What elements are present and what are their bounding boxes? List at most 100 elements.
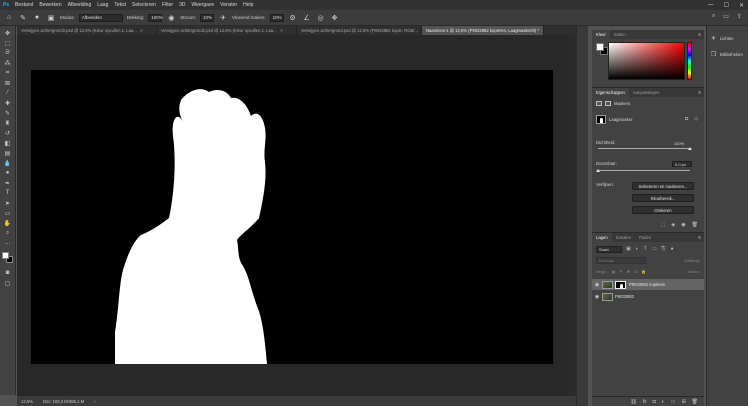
layer-style-icon[interactable]: fx bbox=[643, 399, 647, 405]
dekking-field[interactable]: 100% bbox=[148, 13, 163, 22]
close-icon[interactable]: ✕ bbox=[739, 2, 744, 9]
filter-type-icon[interactable]: T bbox=[644, 246, 647, 252]
select-pixel-mask-icon[interactable]: ◘ bbox=[685, 116, 688, 122]
menu-afbeelding[interactable]: Afbeelding bbox=[65, 2, 95, 8]
new-layer-icon[interactable]: ⊞ bbox=[681, 399, 685, 405]
menu-laag[interactable]: Laag bbox=[94, 2, 111, 8]
symmetry-icon[interactable]: ✥ bbox=[330, 14, 340, 22]
menu-tekst[interactable]: Tekst bbox=[111, 2, 129, 8]
tab-close-icon[interactable]: ✕ bbox=[280, 28, 284, 33]
tab-aanpassingen[interactable]: Aanpassingen bbox=[629, 88, 664, 97]
path-select-icon[interactable]: ➤ bbox=[2, 198, 14, 208]
feather-slider-knob[interactable] bbox=[596, 169, 600, 172]
zoom-level[interactable]: 12,5% bbox=[21, 399, 33, 404]
delete-layer-icon[interactable]: 🗑 bbox=[692, 399, 698, 405]
canvas-scrollbar[interactable] bbox=[568, 35, 576, 395]
search-icon[interactable]: ⌕ bbox=[712, 13, 715, 20]
move-tool-icon[interactable]: ✥ bbox=[2, 28, 14, 38]
filter-shape-icon[interactable]: ▭ bbox=[652, 246, 657, 252]
modus-select[interactable]: Afbeelden bbox=[78, 13, 123, 22]
panel-menu-icon[interactable]: ≡ bbox=[698, 235, 704, 241]
tab-kleur[interactable]: Kleur bbox=[592, 30, 610, 39]
menu-help[interactable]: Help bbox=[240, 2, 256, 8]
lock-position-icon[interactable]: ✥ bbox=[627, 269, 630, 274]
brush-tool-icon[interactable]: ✎ bbox=[18, 14, 28, 22]
menu-weergave[interactable]: Weergave bbox=[188, 2, 217, 8]
trash-icon[interactable]: 🗑 bbox=[692, 222, 698, 228]
status-arrow-icon[interactable]: › bbox=[94, 399, 95, 404]
zoom-tool-icon[interactable]: ⌕ bbox=[2, 228, 14, 238]
layer-row[interactable]: ◉ P9033882 bbox=[592, 291, 704, 302]
type-tool-icon[interactable]: T bbox=[2, 188, 14, 198]
stroom-field[interactable]: 10% bbox=[200, 13, 215, 22]
lock-artboard-icon[interactable]: ⊡ bbox=[634, 269, 637, 274]
tab-lagen[interactable]: Lagen bbox=[592, 233, 612, 242]
density-value[interactable]: 100% bbox=[672, 140, 692, 146]
adjustment-layer-icon[interactable]: ◐ bbox=[662, 399, 665, 405]
color-picker-field[interactable] bbox=[608, 42, 685, 80]
pen-tool-icon[interactable]: ✒ bbox=[2, 178, 14, 188]
filter-pixel-icon[interactable]: ▣ bbox=[626, 246, 631, 252]
tab-document-3[interactable]: Verwijgen achtergrond.psd @ 12,5% (P9033… bbox=[297, 26, 422, 35]
feather-slider[interactable] bbox=[598, 170, 690, 171]
frame-tool-icon[interactable]: ⊠ bbox=[2, 78, 14, 88]
tab-document-1[interactable]: Verwijgen achtergrond3.psd @ 12,5% (Kleu… bbox=[17, 26, 157, 35]
tab-document-2[interactable]: Verwijgen achtergrond2.psd @ 12,5% (Kleu… bbox=[157, 26, 297, 35]
brush-tool-side-icon[interactable]: ✎ bbox=[2, 108, 14, 118]
quick-select-tool-icon[interactable]: ⁂ bbox=[2, 58, 14, 68]
brush-preset-icon[interactable]: ● bbox=[32, 14, 42, 21]
screen-mode-icon[interactable]: ▢ bbox=[2, 278, 14, 288]
color-range-button[interactable]: Kleurbereik... bbox=[632, 194, 694, 202]
menu-3d[interactable]: 3D bbox=[176, 2, 188, 8]
lock-pixels-icon[interactable]: ▦ bbox=[612, 269, 616, 274]
eyedropper-tool-icon[interactable]: ⁄ bbox=[2, 88, 14, 98]
menu-selecteren[interactable]: Selecteren bbox=[129, 2, 159, 8]
density-slider-knob[interactable] bbox=[688, 147, 692, 150]
angle-icon[interactable]: ∠ bbox=[302, 14, 312, 22]
libraries-panel-button[interactable]: ❒ Bibliotheken bbox=[710, 51, 743, 58]
menu-venster[interactable]: Venster bbox=[217, 2, 240, 8]
tab-eigenschappen[interactable]: Eigenschappen bbox=[592, 88, 629, 97]
density-slider[interactable] bbox=[598, 148, 690, 149]
tab-stalen[interactable]: Stalen bbox=[610, 30, 630, 39]
gradient-tool-icon[interactable]: ▤ bbox=[2, 148, 14, 158]
more-tools-icon[interactable]: … bbox=[2, 238, 14, 248]
panel-menu-icon[interactable]: ≡ bbox=[698, 32, 704, 38]
load-selection-icon[interactable]: ⬚ bbox=[661, 222, 666, 228]
tab-document-active[interactable]: Naamloos-1 @ 12,5% (P9033882 kopiëren, L… bbox=[422, 26, 544, 35]
dodge-tool-icon[interactable]: ● bbox=[2, 168, 14, 178]
visibility-icon[interactable]: ◉ bbox=[681, 222, 685, 228]
pressure-opacity-icon[interactable]: ◉ bbox=[166, 14, 176, 22]
layer-row[interactable]: ◉ P9033882 kopiëren bbox=[592, 279, 704, 290]
gear-icon[interactable]: ⚙ bbox=[288, 14, 298, 22]
crop-tool-icon[interactable]: ⌗ bbox=[2, 68, 14, 78]
healing-brush-icon[interactable]: ✚ bbox=[2, 98, 14, 108]
invert-button[interactable]: Omkeren bbox=[632, 206, 694, 214]
home-icon[interactable]: ⌂ bbox=[4, 14, 14, 21]
menu-bestand[interactable]: Bestand bbox=[12, 2, 36, 8]
blend-mode-select[interactable]: Normaal bbox=[596, 256, 646, 264]
minimize-icon[interactable]: — bbox=[708, 2, 714, 8]
layer-mask-thumbnail[interactable] bbox=[615, 280, 626, 289]
lock-all-icon[interactable]: 🔒 bbox=[641, 269, 646, 274]
filter-smart-icon[interactable]: ⎘ bbox=[662, 246, 666, 252]
quick-mask-icon[interactable]: ◙ bbox=[2, 268, 14, 278]
hue-slider[interactable] bbox=[687, 42, 692, 80]
brush-panel-icon[interactable]: ▣ bbox=[46, 14, 56, 22]
eye-icon[interactable]: ◉ bbox=[592, 282, 602, 288]
workspace-icon[interactable]: ▭ bbox=[723, 13, 729, 20]
select-vector-mask-icon[interactable]: ◇ bbox=[694, 116, 698, 122]
hand-tool-icon[interactable]: ✋ bbox=[2, 218, 14, 228]
pressure-size-icon[interactable]: ◎ bbox=[316, 14, 326, 22]
lights-panel-button[interactable]: ☀ Lichten bbox=[710, 35, 734, 42]
eraser-tool-icon[interactable]: ◧ bbox=[2, 138, 14, 148]
filter-toggle-icon[interactable]: ● bbox=[671, 246, 674, 252]
marquee-tool-icon[interactable]: ⬚ bbox=[2, 38, 14, 48]
blur-tool-icon[interactable]: 💧 bbox=[2, 158, 14, 168]
color-panel-foreground-swatch[interactable] bbox=[596, 43, 604, 51]
vloeiend-field[interactable]: 10% bbox=[269, 13, 284, 22]
lasso-tool-icon[interactable]: ᘐ bbox=[2, 48, 14, 58]
history-brush-icon[interactable]: ↺ bbox=[2, 128, 14, 138]
add-mask-icon[interactable]: ◘ bbox=[653, 399, 656, 405]
foreground-color-swatch[interactable] bbox=[1, 252, 9, 259]
